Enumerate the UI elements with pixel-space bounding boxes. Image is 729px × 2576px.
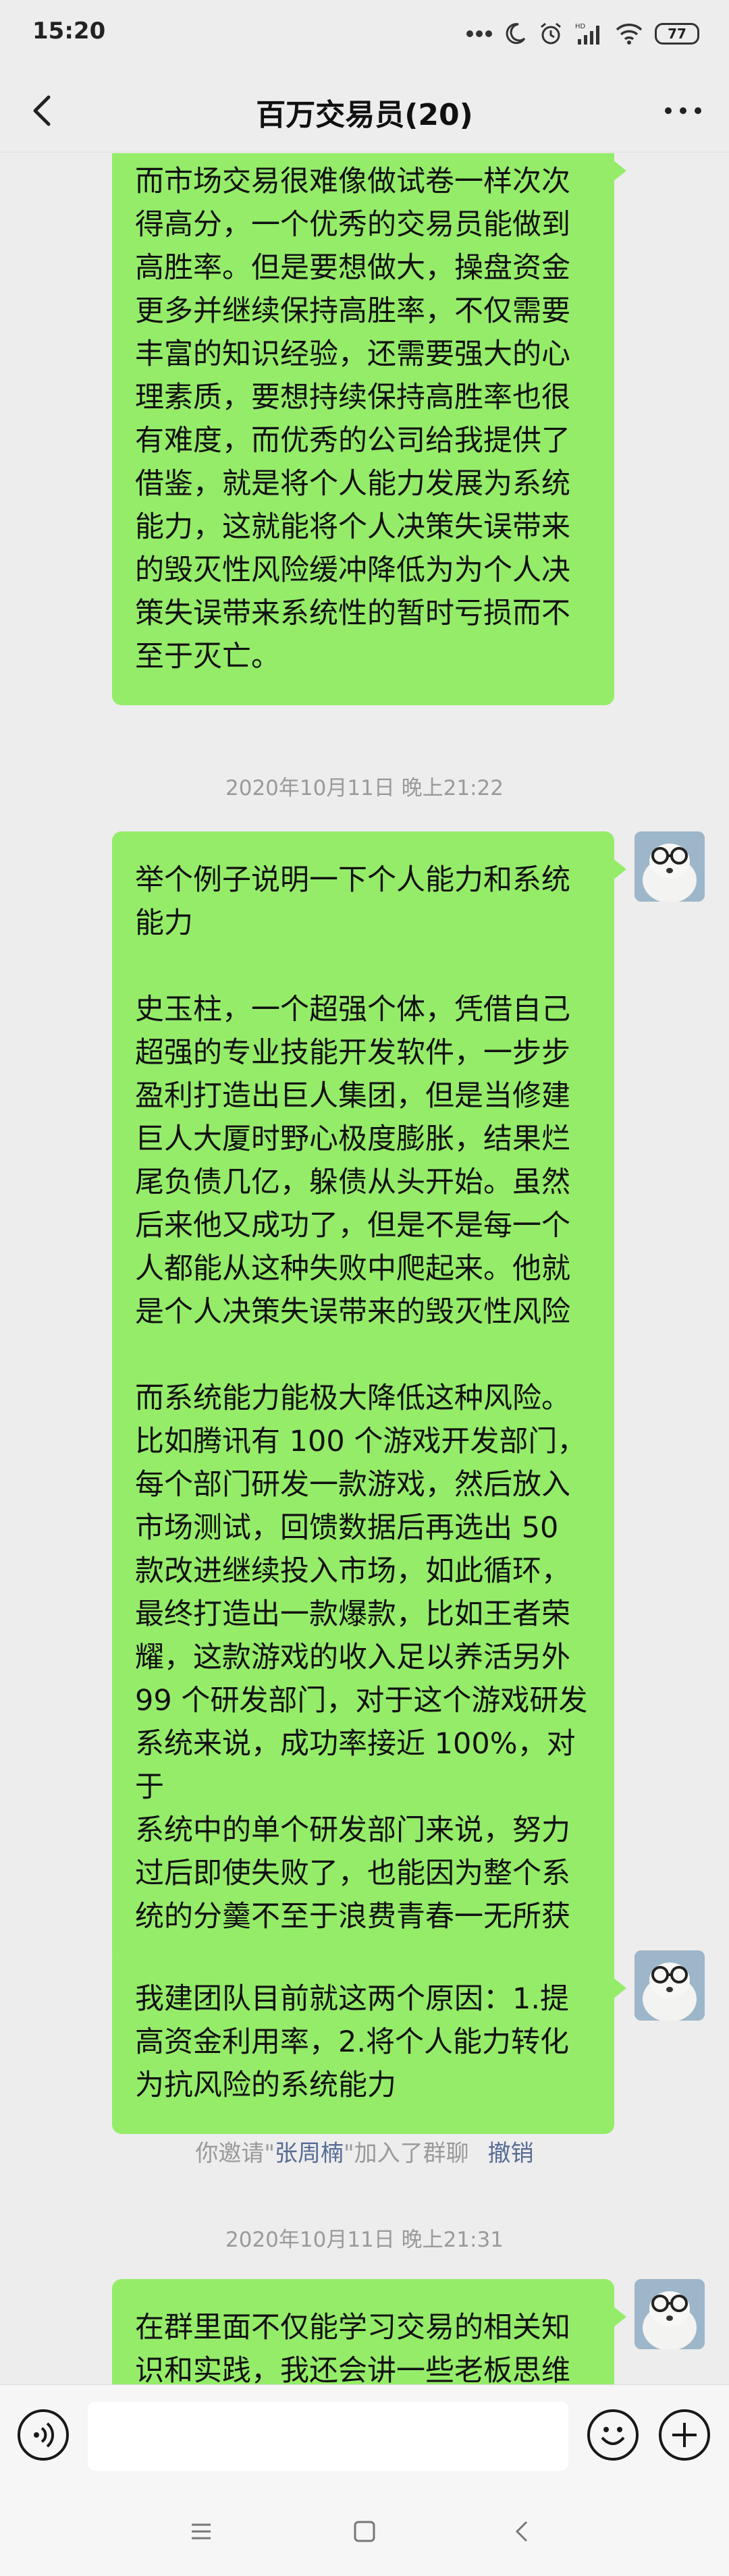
input-bar: [0, 2384, 729, 2486]
avatar[interactable]: [634, 831, 705, 902]
timestamp: 2020年10月11日 晚上21:22: [225, 776, 504, 800]
system-notice: 你邀请"张周楠"加入了群聊 撤销: [0, 2135, 729, 2168]
avatar[interactable]: [634, 2279, 705, 2349]
dog-avatar-image: [634, 831, 705, 902]
hd-signal-icon: HD: [575, 23, 599, 45]
message-bubble[interactable]: 在群里面不仅能学习交易的相关知 识和实践，我还会讲一些老板思维: [112, 2279, 626, 2384]
svg-text:HD: HD: [575, 23, 586, 30]
voice-icon[interactable]: [18, 2409, 69, 2461]
system-navigation: [0, 2486, 729, 2576]
message-bubble[interactable]: 我建团队目前就这两个原因：1.提 高资金利用率，2.将个人能力转化 为抗风险的系…: [112, 1950, 626, 2134]
invited-member-name[interactable]: 张周楠: [275, 2140, 344, 2167]
more-icon[interactable]: [662, 94, 705, 127]
battery-icon: 77: [655, 23, 699, 45]
status-time: 15:20: [32, 18, 106, 45]
more-dots-icon: [466, 30, 492, 37]
message-input[interactable]: [88, 2402, 568, 2471]
moon-icon: [506, 23, 526, 45]
avatar[interactable]: [634, 1950, 705, 2021]
wifi-icon: [616, 24, 643, 45]
dog-avatar-image: [634, 1950, 705, 2021]
alarm-icon: [541, 22, 561, 45]
timestamp: 2020年10月11日 晚上21:31: [225, 2228, 504, 2252]
chat-title: 百万交易员(20): [256, 98, 473, 132]
back-icon[interactable]: [505, 2514, 540, 2549]
message-bubble[interactable]: 举个例子说明一下个人能力和系统 能力 史玉柱，一个超强个体，凭借自己 超强的专业…: [112, 831, 626, 1965]
undo-invite-link[interactable]: 撤销: [488, 2140, 534, 2167]
system-notice-suffix: "加入了群聊: [344, 2140, 469, 2167]
home-icon[interactable]: [347, 2514, 382, 2549]
menu-icon[interactable]: [184, 2514, 219, 2549]
chat-messages[interactable]: 而市场交易很难像做试卷一样次次 得高分，一个优秀的交易员能做到 高胜率。但是要想…: [0, 153, 729, 2384]
emoji-icon[interactable]: [587, 2409, 639, 2461]
plus-icon[interactable]: [659, 2409, 710, 2461]
status-icons: HD 77: [466, 19, 699, 49]
battery-level: 77: [668, 26, 686, 42]
status-bar: 15:20 HD 77: [0, 0, 729, 67]
message-bubble[interactable]: 而市场交易很难像做试卷一样次次 得高分，一个优秀的交易员能做到 高胜率。但是要想…: [112, 153, 626, 705]
system-notice-prefix: 你邀请": [195, 2140, 275, 2167]
dog-avatar-image: [634, 2279, 705, 2349]
chat-header: 百万交易员(20): [0, 67, 729, 153]
